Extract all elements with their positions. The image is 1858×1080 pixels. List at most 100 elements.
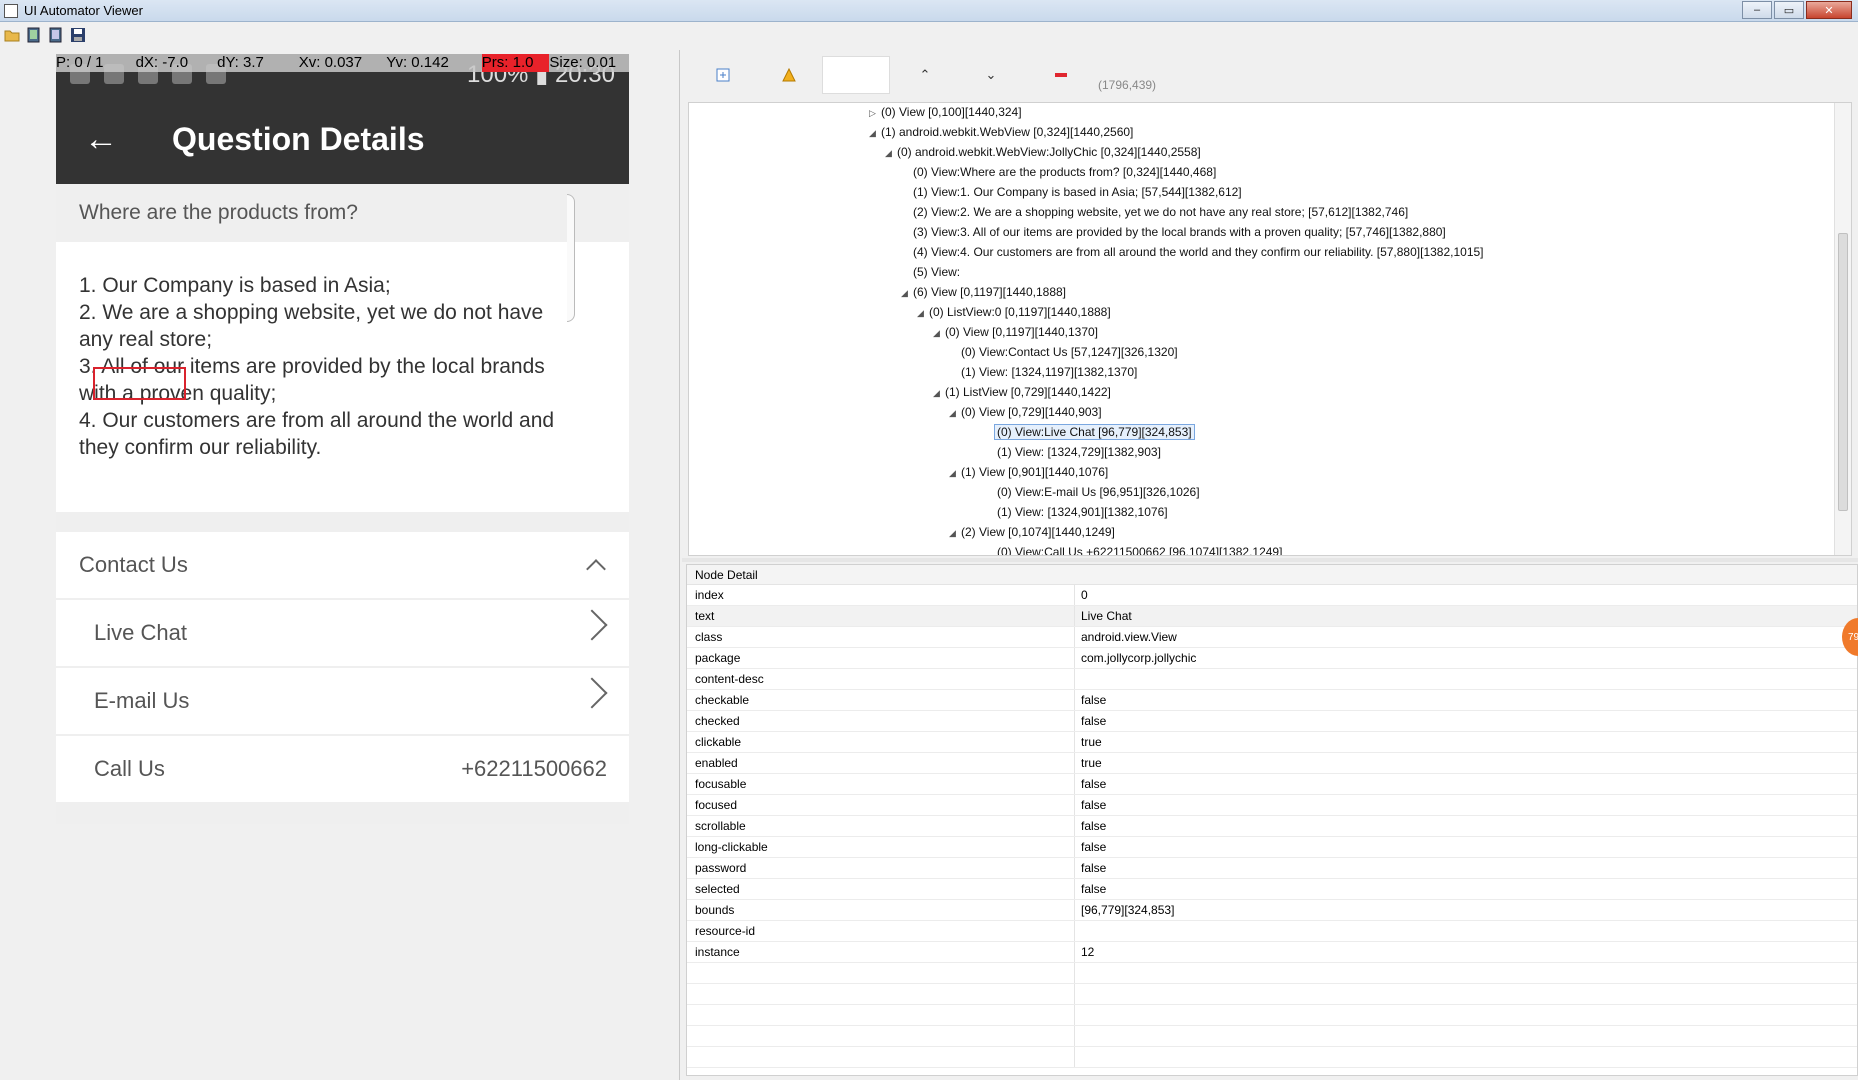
detail-row[interactable]: text Live Chat (687, 606, 1857, 627)
detail-row[interactable]: content-desc (687, 669, 1857, 690)
tree-node[interactable]: (1) View: [1324,729][1382,903] (997, 443, 1161, 461)
tree-node[interactable]: ◢ (0) ListView:0 [0,1197][1440,1888] (917, 303, 1111, 321)
back-arrow-icon[interactable]: ← (84, 119, 124, 159)
tree-node[interactable]: (1) View: [1324,901][1382,1076] (997, 503, 1168, 521)
tree-node[interactable]: (2) View:2. We are a shopping website, y… (913, 203, 1408, 221)
save-icon[interactable] (70, 27, 86, 43)
detail-key: enabled (687, 753, 1075, 773)
detail-row-empty (687, 984, 1857, 1005)
device-screenshot-icon[interactable] (26, 27, 42, 43)
node-detail-table: index 0 text Live Chat class android.view.Vie… (687, 585, 1857, 1068)
tree-node[interactable]: ▷ (0) View [0,100][1440,324] (869, 103, 1022, 121)
pane-splitter[interactable] (682, 558, 1858, 562)
compressed-screenshot-icon[interactable] (48, 27, 64, 43)
detail-row[interactable]: scrollable false (687, 816, 1857, 837)
tree-node-label: (0) View [0,100][1440,324] (881, 105, 1022, 119)
pointer-location-overlay: P: 0 / 1 dX: -7.0 dY: 3.7 Xv: 0.037 Yv: … (56, 54, 629, 72)
tree-node[interactable]: (5) View: (913, 263, 960, 281)
tree-node[interactable]: (3) View:3. All of our items are provide… (913, 223, 1446, 241)
tree-node-selected[interactable]: (0) View:Live Chat [96,779][324,853] (994, 423, 1195, 441)
collapse-icon[interactable]: ◢ (901, 284, 913, 302)
detail-row[interactable]: clickable true (687, 732, 1857, 753)
detail-row[interactable]: instance 12 (687, 942, 1857, 963)
detail-row[interactable]: enabled true (687, 753, 1857, 774)
detail-value: false (1081, 840, 1107, 854)
tree-scrollbar[interactable] (1834, 103, 1851, 555)
detail-value (1075, 921, 1081, 941)
detail-row[interactable]: resource-id (687, 921, 1857, 942)
detail-row[interactable]: class android.view.View (687, 627, 1857, 648)
hierarchy-tree[interactable]: ▷ (0) View [0,100][1440,324] ◢ (1) android… (688, 102, 1852, 556)
scrollbar-thumb[interactable] (1838, 233, 1848, 511)
tree-node-label: (0) View:E-mail Us [96,951][326,1026] (997, 485, 1200, 499)
tree-node-label: (0) View:Call Us +62211500662 [96,1074][… (997, 545, 1283, 556)
detail-row[interactable]: checkable false (687, 690, 1857, 711)
chevron-up-icon[interactable]: ⌃ (914, 64, 936, 86)
warning-icon[interactable] (778, 64, 800, 86)
detail-value: android.view.View (1081, 630, 1177, 644)
detail-row[interactable]: bounds [96,779][324,853] (687, 900, 1857, 921)
chevron-down-icon[interactable]: ⌄ (980, 64, 1002, 86)
call-us-row[interactable]: Call Us +62211500662 (56, 736, 629, 802)
selected-node-highlight (93, 367, 186, 400)
clear-icon[interactable] (1050, 64, 1072, 86)
detail-key: content-desc (687, 669, 1075, 689)
collapse-icon[interactable]: ◢ (949, 404, 961, 422)
tree-node[interactable]: (1) View: [1324,1197][1382,1370] (961, 363, 1137, 381)
main-toolbar (0, 23, 1858, 47)
detail-row[interactable]: focusable false (687, 774, 1857, 795)
tree-node[interactable]: (4) View:4. Our customers are from all a… (913, 243, 1484, 261)
minimize-button[interactable]: – (1742, 1, 1772, 19)
collapse-icon[interactable]: ◢ (869, 124, 881, 142)
maximize-button[interactable]: ▭ (1774, 1, 1804, 19)
collapse-icon[interactable]: ◢ (933, 384, 945, 402)
open-folder-icon[interactable] (4, 27, 20, 43)
detail-row[interactable]: password false (687, 858, 1857, 879)
detail-row[interactable]: package com.jollycorp.jollychic (687, 648, 1857, 669)
tree-node[interactable]: (0) View:Where are the products from? [0… (913, 163, 1216, 181)
tree-node[interactable]: ◢ (6) View [0,1197][1440,1888] (901, 283, 1066, 301)
phone-screen[interactable]: 100% ▮ 20:30 P: 0 / 1 dX: -7.0 dY: 3.7 X… (56, 54, 629, 824)
collapse-icon[interactable]: ◢ (917, 304, 929, 322)
tree-node[interactable]: (0) View:Contact Us [57,1247][326,1320] (961, 343, 1178, 361)
node-detail-panel: Node Detail index 0 text Live Chat class andr… (686, 564, 1858, 1076)
email-us-row[interactable]: E-mail Us (56, 668, 629, 734)
tree-node[interactable]: ◢ (1) ListView [0,729][1440,1422] (933, 383, 1111, 401)
detail-row[interactable]: checked false (687, 711, 1857, 732)
detail-key: checkable (687, 690, 1075, 710)
tree-node[interactable]: (1) View:1. Our Company is based in Asia… (913, 183, 1242, 201)
tree-node[interactable]: ◢ (0) View [0,1197][1440,1370] (933, 323, 1098, 341)
search-box[interactable] (822, 56, 890, 94)
detail-row[interactable]: long-clickable false (687, 837, 1857, 858)
detail-value: false (1081, 819, 1107, 833)
tree-node[interactable]: ◢ (1) android.webkit.WebView [0,324][1440… (869, 123, 1133, 141)
close-button[interactable]: ✕ (1806, 1, 1852, 19)
tree-node[interactable]: ◢ (0) View [0,729][1440,903] (949, 403, 1102, 421)
detail-value: false (1081, 777, 1107, 791)
live-chat-row[interactable]: Live Chat (56, 600, 629, 666)
detail-value: false (1081, 693, 1107, 707)
tree-node[interactable]: (0) View:Call Us +62211500662 [96,1074][… (997, 543, 1283, 556)
detail-row-empty (687, 1026, 1857, 1047)
collapse-icon[interactable]: ◢ (885, 144, 897, 162)
detail-row[interactable]: index 0 (687, 585, 1857, 606)
call-us-label: Call Us (94, 756, 165, 781)
detail-row[interactable]: selected false (687, 879, 1857, 900)
cursor-coordinates: (1796,439) (1098, 78, 1157, 92)
tree-node[interactable]: (0) View:E-mail Us [96,951][326,1026] (997, 483, 1200, 501)
contact-us-header[interactable]: Contact Us (56, 532, 629, 598)
answer-line: 4. Our customers are from all around the… (79, 409, 555, 432)
tree-node-label: (1) ListView [0,729][1440,1422] (945, 385, 1111, 399)
tree-node[interactable]: ◢ (2) View [0,1074][1440,1249] (949, 523, 1115, 541)
collapse-icon[interactable]: ◢ (949, 524, 961, 542)
tree-node[interactable]: ◢ (1) View [0,901][1440,1076] (949, 463, 1108, 481)
expand-icon[interactable]: ▷ (869, 104, 881, 122)
collapse-icon[interactable]: ◢ (933, 324, 945, 342)
tree-node-label: (1) android.webkit.WebView [0,324][1440,… (881, 125, 1134, 139)
collapse-icon[interactable]: ◢ (949, 464, 961, 482)
detail-row[interactable]: focused false (687, 795, 1857, 816)
tree-node[interactable]: ◢ (0) android.webkit.WebView:JollyChic [0… (885, 143, 1201, 161)
detail-key (687, 1047, 1075, 1067)
expand-all-icon[interactable] (712, 64, 734, 86)
live-chat-label: Live Chat (94, 620, 187, 645)
